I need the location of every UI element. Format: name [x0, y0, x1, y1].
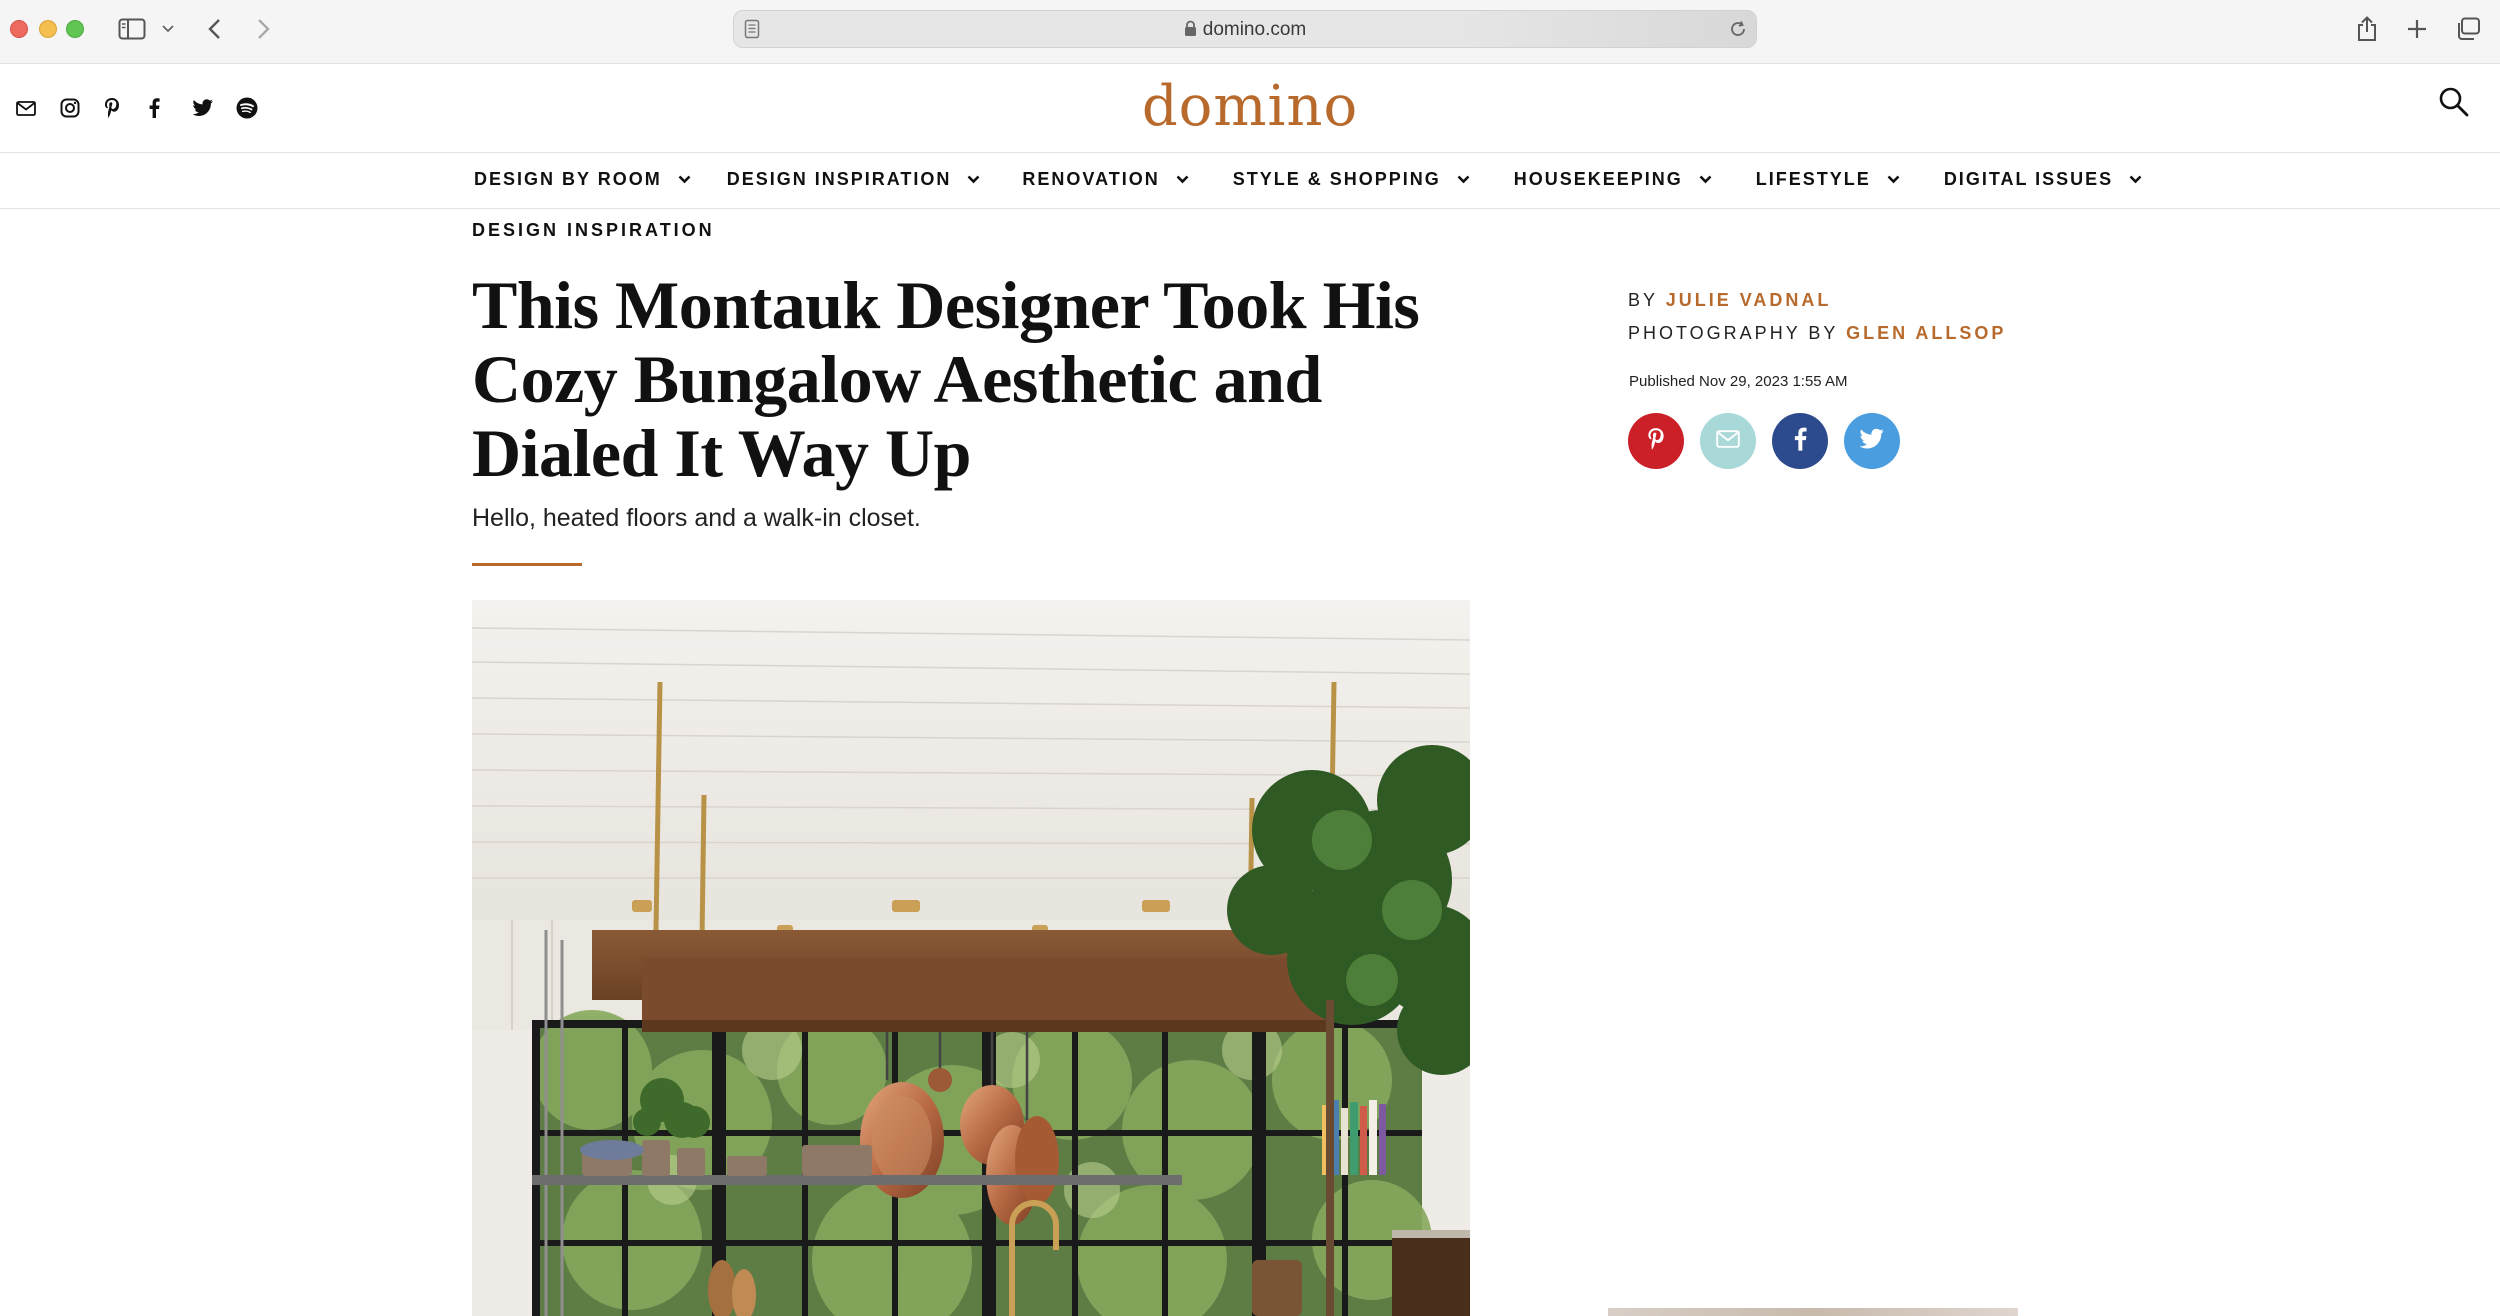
- close-window-button[interactable]: [10, 20, 28, 38]
- author-link[interactable]: JULIE VADNAL: [1666, 290, 1832, 310]
- url-display: domino.com: [734, 19, 1756, 43]
- chevron-down-icon: [1176, 168, 1189, 189]
- reload-icon[interactable]: [1728, 19, 1748, 44]
- share-facebook-button[interactable]: [1772, 413, 1828, 469]
- zoom-window-button[interactable]: [66, 20, 84, 38]
- nav-item-style-shopping[interactable]: STYLE & SHOPPING: [1233, 169, 1470, 190]
- share-buttons: [1628, 413, 1916, 469]
- site-header: domino: [0, 64, 2500, 153]
- nav-item-label: HOUSEKEEPING: [1513, 169, 1683, 189]
- address-bar[interactable]: domino.com: [733, 10, 1757, 48]
- chevron-down-icon: [967, 168, 980, 189]
- nav-item-label: DESIGN BY ROOM: [474, 169, 662, 189]
- lock-icon: [1184, 20, 1197, 43]
- chevron-down-icon: [2129, 168, 2142, 189]
- chevron-down-icon[interactable]: [158, 14, 178, 44]
- article-title: This Montauk Designer Took His Cozy Bung…: [472, 267, 1420, 491]
- facebook-icon: [1793, 427, 1807, 456]
- byline-photographer: PHOTOGRAPHY BY GLEN ALLSOP: [1628, 323, 2006, 344]
- byline-author: BY JULIE VADNAL: [1628, 290, 1831, 311]
- back-icon[interactable]: [202, 14, 226, 44]
- minimize-window-button[interactable]: [39, 20, 57, 38]
- title-divider: [472, 563, 582, 566]
- tabs-icon[interactable]: [2452, 14, 2484, 44]
- site-logo[interactable]: domino: [0, 74, 2500, 139]
- photographer-link[interactable]: GLEN ALLSOP: [1846, 323, 2006, 343]
- nav-item-label: DIGITAL ISSUES: [1943, 169, 2114, 189]
- nav-item-label: STYLE & SHOPPING: [1232, 169, 1441, 189]
- nav-item-label: RENOVATION: [1022, 169, 1160, 189]
- pinterest-icon: [1647, 427, 1665, 456]
- nav-item-design-by-room[interactable]: DESIGN BY ROOM: [474, 169, 691, 190]
- share-twitter-button[interactable]: [1844, 413, 1900, 469]
- url-text: domino.com: [1202, 19, 1307, 40]
- published-date: Published Nov 29, 2023 1:55 AM: [1629, 373, 1848, 390]
- share-pinterest-button[interactable]: [1628, 413, 1684, 469]
- nav-item-design-inspiration[interactable]: DESIGN INSPIRATION: [727, 169, 981, 190]
- nav-item-lifestyle[interactable]: LIFESTYLE: [1756, 169, 1900, 190]
- chevron-down-icon: [1699, 168, 1712, 189]
- sidebar-ad-image[interactable]: [1608, 1308, 2018, 1316]
- byline-prefix: BY: [1628, 290, 1658, 310]
- forward-icon[interactable]: [252, 14, 276, 44]
- share-email-button[interactable]: [1700, 413, 1756, 469]
- plus-icon[interactable]: [2402, 14, 2432, 44]
- nav-item-renovation[interactable]: RENOVATION: [1022, 168, 1189, 190]
- nav-item-digital-issues[interactable]: DIGITAL ISSUES: [1944, 169, 2142, 190]
- sidebar-icon[interactable]: [116, 14, 148, 44]
- chevron-down-icon: [1887, 168, 1900, 189]
- article-category-link[interactable]: DESIGN INSPIRATION: [472, 220, 715, 241]
- chevron-down-icon: [678, 168, 691, 189]
- search-icon[interactable]: [2438, 86, 2478, 126]
- photo-credit-prefix: PHOTOGRAPHY BY: [1628, 323, 1839, 343]
- browser-toolbar: domino.com: [0, 0, 2500, 64]
- main-nav: DESIGN BY ROOM DESIGN INSPIRATION RENOVA…: [0, 153, 2500, 209]
- share-icon[interactable]: [2352, 14, 2382, 44]
- twitter-icon: [1859, 428, 1885, 455]
- article-subtitle: Hello, heated floors and a walk-in close…: [472, 504, 921, 532]
- chevron-down-icon: [1457, 168, 1470, 189]
- hero-image: [472, 600, 1470, 1316]
- nav-item-label: DESIGN INSPIRATION: [726, 169, 952, 189]
- nav-item-housekeeping[interactable]: HOUSEKEEPING: [1514, 169, 1712, 190]
- nav-item-label: LIFESTYLE: [1755, 169, 1871, 189]
- mail-icon: [1716, 429, 1740, 453]
